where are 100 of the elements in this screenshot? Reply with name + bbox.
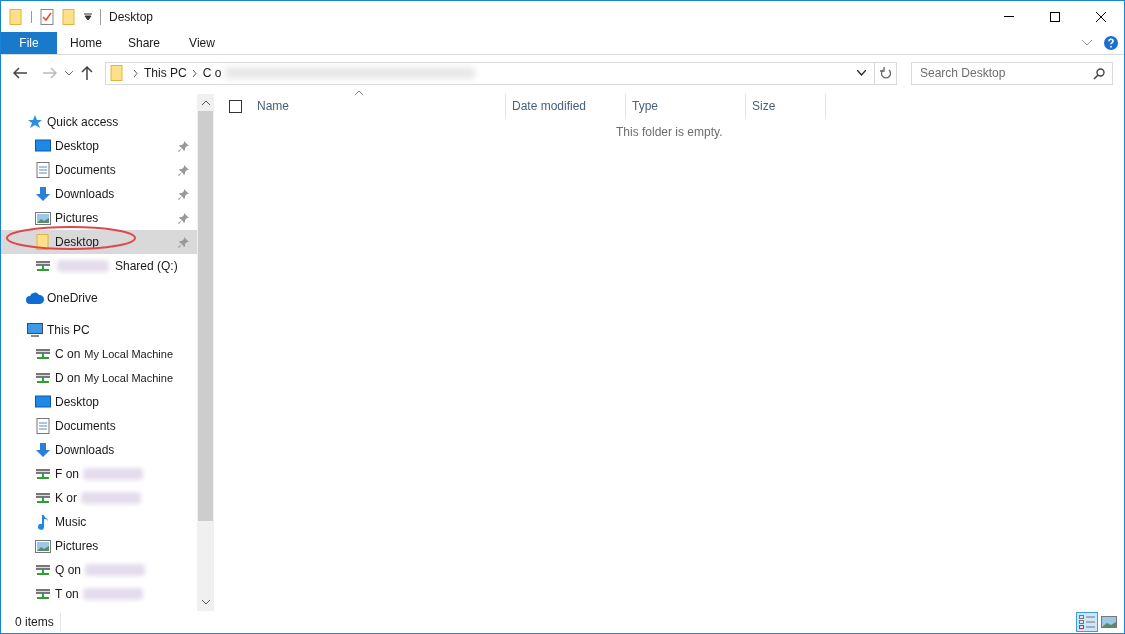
computer-icon bbox=[27, 322, 43, 338]
up-arrow-icon[interactable] bbox=[81, 66, 93, 80]
column-header[interactable]: Type bbox=[626, 94, 746, 118]
down-arrow-icon bbox=[35, 442, 51, 458]
details-view-button[interactable] bbox=[1076, 612, 1098, 632]
nav-item[interactable]: Desktop bbox=[1, 230, 197, 254]
nav-label: Pictures bbox=[55, 210, 99, 227]
nav-note: My Local Machine bbox=[84, 370, 173, 386]
down-arrow-icon bbox=[35, 186, 51, 202]
ribbon-tab[interactable]: Share bbox=[115, 32, 173, 54]
nav-note: My Local Machine bbox=[84, 346, 173, 362]
chevron-down-icon[interactable] bbox=[201, 600, 210, 605]
music-note-icon bbox=[37, 514, 49, 530]
nav-item[interactable]: Documents bbox=[1, 414, 197, 438]
nav-label: Downloads bbox=[55, 442, 115, 459]
folder-icon bbox=[36, 234, 50, 250]
ribbon-tab[interactable]: Home bbox=[57, 32, 115, 54]
star-icon bbox=[27, 114, 43, 130]
search-field[interactable]: Search Desktop bbox=[911, 61, 1113, 85]
address-bar[interactable]: This PC C o bbox=[105, 61, 897, 85]
chevron-right-icon[interactable] bbox=[192, 69, 197, 77]
network-drive-icon bbox=[36, 563, 50, 577]
nav-item[interactable]: K or bbox=[1, 486, 197, 510]
sort-caret-icon bbox=[355, 90, 363, 95]
minimize-icon bbox=[1004, 16, 1014, 17]
picture-icon bbox=[1101, 616, 1117, 628]
empty-message: This folder is empty. bbox=[616, 124, 723, 141]
column-header[interactable]: Size bbox=[746, 94, 826, 118]
folder-icon bbox=[9, 8, 23, 25]
chevron-down-icon[interactable] bbox=[857, 70, 866, 76]
scrollbar[interactable] bbox=[197, 94, 214, 611]
help-icon[interactable] bbox=[1104, 36, 1118, 50]
nav-item[interactable]: This PC bbox=[1, 318, 197, 342]
properties-icon[interactable] bbox=[40, 8, 54, 25]
folder-icon bbox=[110, 65, 124, 81]
nav-label: C on bbox=[55, 346, 81, 363]
cloud-icon bbox=[26, 292, 44, 304]
window-title: Desktop bbox=[109, 8, 154, 26]
nav-label: Music bbox=[55, 514, 87, 531]
network-drive-icon bbox=[36, 467, 50, 481]
nav-label: This PC bbox=[47, 322, 90, 339]
maximize-icon bbox=[1050, 11, 1060, 22]
nav-label: Desktop bbox=[55, 138, 100, 155]
chevron-up-icon[interactable] bbox=[201, 100, 210, 105]
scrollbar-thumb[interactable] bbox=[198, 111, 213, 521]
network-drive-icon bbox=[36, 491, 50, 505]
network-drive-icon bbox=[36, 259, 50, 273]
nav-label: Documents bbox=[55, 418, 116, 435]
nav-label: D on bbox=[55, 370, 81, 387]
nav-item[interactable]: Music bbox=[1, 510, 197, 534]
nav-item[interactable]: Quick access bbox=[1, 110, 197, 134]
nav-item[interactable]: Downloads bbox=[1, 182, 197, 206]
nav-label: F on bbox=[55, 466, 79, 483]
document-icon bbox=[36, 162, 50, 178]
nav-item[interactable]: Downloads bbox=[1, 438, 197, 462]
nav-label: Q on bbox=[55, 562, 81, 579]
nav-label: Quick access bbox=[47, 114, 119, 131]
back-arrow-icon[interactable] bbox=[13, 67, 27, 79]
search-icon bbox=[1093, 67, 1105, 80]
nav-label: Pictures bbox=[55, 538, 99, 555]
network-drive-icon bbox=[36, 347, 50, 361]
breadcrumb[interactable]: This PC bbox=[144, 64, 187, 82]
item-count: 0 items bbox=[15, 613, 61, 631]
nav-label: T on bbox=[55, 586, 79, 603]
column-header[interactable]: Name bbox=[251, 94, 506, 118]
nav-item[interactable]: D on My Local Machine bbox=[1, 366, 197, 390]
nav-label: Desktop bbox=[55, 394, 100, 411]
nav-label: Documents bbox=[55, 162, 116, 179]
select-all-checkbox[interactable] bbox=[229, 99, 242, 113]
nav-item[interactable]: Q on bbox=[1, 558, 197, 582]
file-tab[interactable]: File bbox=[1, 32, 57, 54]
nav-item[interactable]: C on My Local Machine bbox=[1, 342, 197, 366]
column-header[interactable]: Date modified bbox=[506, 94, 626, 118]
breadcrumb[interactable]: C o bbox=[202, 64, 222, 82]
monitor-icon bbox=[35, 139, 51, 153]
document-icon bbox=[36, 418, 50, 434]
nav-label: Shared (Q:) bbox=[115, 258, 178, 275]
refresh-icon[interactable] bbox=[880, 67, 891, 79]
network-drive-icon bbox=[36, 371, 50, 385]
nav-item[interactable]: Desktop bbox=[1, 134, 197, 158]
nav-item[interactable]: OneDrive bbox=[1, 286, 197, 310]
nav-label: Downloads bbox=[55, 186, 115, 203]
picture-icon bbox=[35, 539, 51, 553]
nav-item[interactable]: Documents bbox=[1, 158, 197, 182]
nav-item[interactable]: F on bbox=[1, 462, 197, 486]
list-icon bbox=[1079, 615, 1095, 629]
picture-icon bbox=[35, 211, 51, 225]
close-icon bbox=[1096, 11, 1106, 22]
dropdown-icon[interactable] bbox=[84, 12, 92, 21]
monitor-icon bbox=[35, 395, 51, 409]
nav-item[interactable]: Desktop bbox=[1, 390, 197, 414]
nav-item[interactable]: Pictures bbox=[1, 206, 197, 230]
nav-label: OneDrive bbox=[47, 290, 98, 307]
network-drive-icon bbox=[36, 587, 50, 601]
ribbon-tab[interactable]: View bbox=[173, 32, 231, 54]
nav-label: K or bbox=[55, 490, 77, 507]
nav-item[interactable]: Pictures bbox=[1, 534, 197, 558]
nav-item[interactable]: Shared (Q:) bbox=[1, 254, 197, 278]
nav-item[interactable]: T on bbox=[1, 582, 197, 606]
chevron-right-icon[interactable] bbox=[134, 69, 138, 77]
